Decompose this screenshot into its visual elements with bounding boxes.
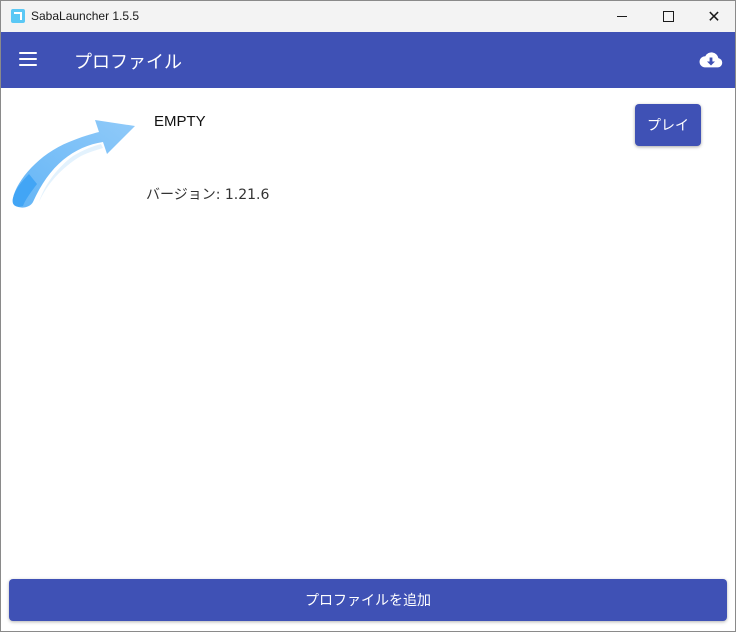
window-title: SabaLauncher 1.5.5 <box>31 9 140 23</box>
app-bar: プロファイル <box>1 32 735 88</box>
menu-icon[interactable] <box>19 52 39 68</box>
minimize-button[interactable] <box>599 1 645 32</box>
profile-card: EMPTY バージョン: 1.21.6 プレイ <box>1 88 735 218</box>
title-bar: SabaLauncher 1.5.5 ✕ <box>1 1 735 32</box>
add-profile-button[interactable]: プロファイルを追加 <box>9 579 727 621</box>
profile-version: バージョン: 1.21.6 <box>146 187 270 203</box>
page-title: プロファイル <box>74 52 182 73</box>
maximize-icon <box>662 11 674 22</box>
minimize-icon <box>617 16 627 17</box>
play-button[interactable]: プレイ <box>635 104 701 146</box>
profile-name: EMPTY <box>154 113 206 130</box>
close-icon: ✕ <box>707 6 721 26</box>
maximize-button[interactable] <box>645 1 691 32</box>
app-window: SabaLauncher 1.5.5 ✕ プロファイル EMPTY バージョン:… <box>0 0 736 632</box>
app-icon <box>11 9 25 23</box>
profile-logo-arrow <box>12 120 136 208</box>
close-button[interactable]: ✕ <box>691 1 735 32</box>
cloud-download-icon[interactable] <box>699 50 723 70</box>
